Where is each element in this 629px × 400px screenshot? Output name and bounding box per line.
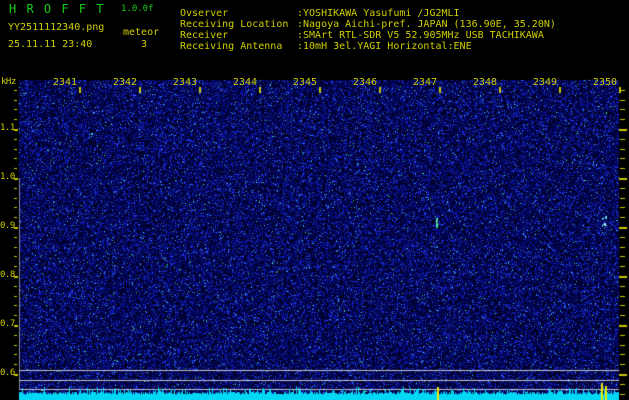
- station-info-label: Receiver: [180, 30, 229, 41]
- meteor-count: 3: [141, 39, 148, 50]
- station-info-value: :YOSHIKAWA Yasufumi /JG2MLI: [297, 8, 460, 19]
- frequency-tick-label: 1.0: [0, 172, 15, 182]
- station-info-row: Receiving Location :Nagoya Aichi-pref. JA…: [180, 20, 556, 30]
- time-tick-label: 2347: [412, 77, 437, 88]
- app-version: 1.0.0f: [121, 4, 154, 14]
- time-tick-label: 2346: [352, 77, 377, 88]
- datetime-label: 25.11.11 23:40: [8, 39, 93, 50]
- time-tick-label: 2350: [592, 77, 617, 88]
- station-info-label: Receiving Antenna: [180, 41, 283, 52]
- time-tick-label: 2349: [532, 77, 557, 88]
- time-tick-label: 2342: [112, 77, 137, 88]
- station-info-row: Receiver :SMArt RTL-SDR V5 52.905MHz USB …: [180, 31, 544, 41]
- time-tick-label: 2344: [232, 77, 257, 88]
- hrofft-window: H R O F F T 1.0.0f YY2511112340.png mete…: [0, 0, 629, 400]
- time-tick-label: 2345: [292, 77, 317, 88]
- frequency-tick-label: 0.9: [0, 221, 15, 231]
- frequency-tick-label: 0.6: [0, 368, 15, 378]
- station-info-value: :SMArt RTL-SDR V5 52.905MHz USB TACHIKAW…: [297, 30, 544, 41]
- time-tick-label: 2341: [52, 77, 77, 88]
- time-tick-label: 2348: [472, 77, 497, 88]
- station-info-label: Ovserver: [180, 8, 229, 19]
- frequency-tick-label: 1.1: [0, 123, 15, 133]
- station-info-row: Ovserver :YOSHIKAWA Yasufumi /JG2MLI: [180, 9, 460, 19]
- station-info-value: :10mH 3el.YAGI Horizontal:ENE: [297, 41, 472, 52]
- frequency-tick-label: 0.7: [0, 319, 15, 329]
- app-title: H R O F F T: [9, 2, 105, 16]
- frequency-tick-label: 0.8: [0, 270, 15, 280]
- time-tick-label: 2343: [172, 77, 197, 88]
- station-info-label: Receiving Location: [180, 19, 289, 30]
- spectrogram-canvas: [0, 0, 629, 400]
- output-filename: YY2511112340.png: [8, 22, 105, 33]
- station-info-row: Receiving Antenna :10mH 3el.YAGI Horizont…: [180, 42, 472, 52]
- station-info-value: :Nagoya Aichi-pref. JAPAN (136.90E, 35.2…: [297, 19, 556, 30]
- mode-label: meteor: [123, 27, 160, 38]
- frequency-axis-unit: kHz: [1, 77, 16, 87]
